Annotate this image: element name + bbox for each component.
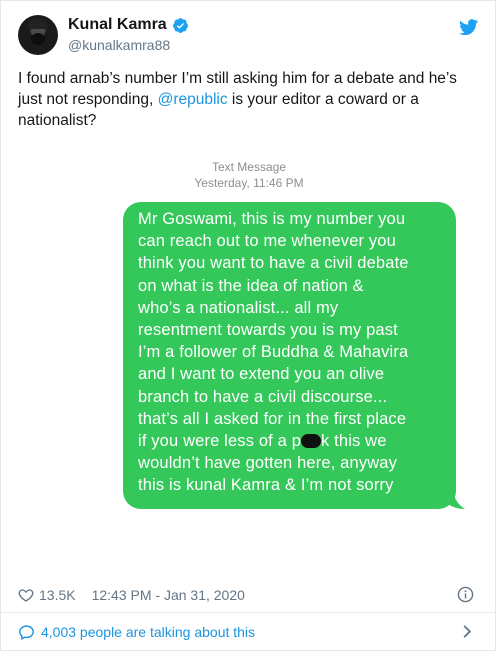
mention-link[interactable]: @republic xyxy=(158,91,228,108)
message-line: wouldn’t have gotten here, anyway xyxy=(138,454,398,473)
chevron-right-icon[interactable] xyxy=(462,624,472,639)
message-day: Yesterday, xyxy=(194,176,250,190)
message-line-part: if you were less of a p xyxy=(138,432,302,451)
verified-badge-icon xyxy=(172,17,188,33)
conversation-text[interactable]: 4,003 people are talking about this xyxy=(41,624,255,640)
message-line: branch to have a civil discourse... xyxy=(138,387,388,406)
message-line-redacted: if you were less of a p k this we xyxy=(138,430,442,452)
message-line: this is kunal Kamra & I’m not sorry xyxy=(138,476,394,495)
divider xyxy=(1,612,495,613)
twitter-bird-icon[interactable] xyxy=(459,19,478,35)
message-line: that’s all I asked for in the first plac… xyxy=(138,409,407,428)
message-line: I’m a follower of Buddha & Mahavira xyxy=(138,343,409,362)
display-name-row[interactable]: Kunal Kamra xyxy=(68,16,189,34)
message-timestamp: Yesterday, 11:46 PM xyxy=(18,176,480,191)
tweet-header: Kunal Kamra @kunalkamra88 xyxy=(18,13,478,61)
tweet-stats: 13.5K 12:43 PM - Jan 31, 2020 xyxy=(18,584,478,606)
like-count[interactable]: 13.5K xyxy=(39,587,76,603)
tweet-timestamp[interactable]: 12:43 PM - Jan 31, 2020 xyxy=(92,587,245,603)
redaction-mark xyxy=(301,434,322,449)
message-line: on what is the idea of nation & xyxy=(138,276,364,295)
message-line: can reach out to me whenever you xyxy=(138,232,396,251)
message-bubble: Mr Goswami, this is my number you can re… xyxy=(123,202,456,509)
message-line: think you want to have a civil debate xyxy=(138,254,409,273)
message-bubble-tail xyxy=(443,487,465,509)
message-time: 11:46 PM xyxy=(253,176,304,190)
message-text: Mr Goswami, this is my number you can re… xyxy=(138,208,442,497)
display-name[interactable]: Kunal Kamra xyxy=(68,16,167,34)
message-line: and I want to extend you an olive xyxy=(138,365,385,384)
message-line: Mr Goswami, this is my number you xyxy=(138,210,406,228)
message-line: who’s a nationalist... all my xyxy=(138,298,339,317)
avatar[interactable] xyxy=(18,15,58,55)
conversation-link[interactable]: 4,003 people are talking about this xyxy=(18,621,478,643)
tweet-card: Kunal Kamra @kunalkamra88 I found arnab’… xyxy=(0,0,496,651)
info-icon[interactable] xyxy=(457,586,474,603)
author-info[interactable]: Kunal Kamra @kunalkamra88 xyxy=(68,16,189,53)
speech-bubble-icon xyxy=(19,624,34,640)
tweet-text: I found arnab’s number I’m still asking … xyxy=(18,68,483,131)
message-line-part: k this we xyxy=(321,432,387,451)
heart-icon[interactable] xyxy=(18,587,34,603)
tweet-media-image[interactable]: Text Message Yesterday, 11:46 PM Mr Gosw… xyxy=(18,149,480,561)
message-service-label: Text Message xyxy=(211,160,287,174)
message-line: resentment towards you is my past xyxy=(138,321,398,340)
handle[interactable]: @kunalkamra88 xyxy=(68,37,189,53)
